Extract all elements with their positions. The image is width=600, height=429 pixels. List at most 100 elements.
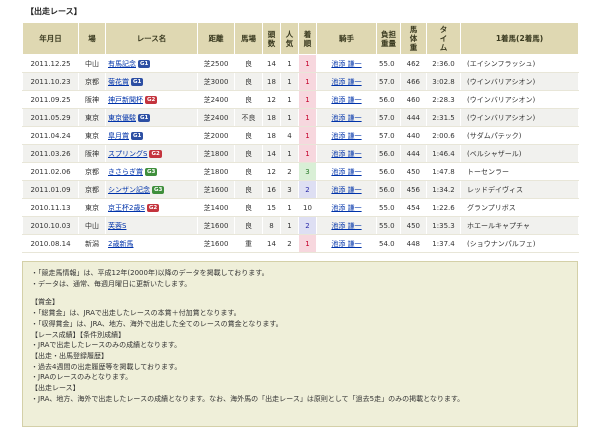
track-cell: 良: [234, 126, 263, 145]
weight-cell: 56.0: [376, 180, 401, 199]
field-size-cell: 18: [262, 108, 281, 127]
race-name-cell: 皐月賞 G1: [105, 126, 198, 145]
jockey-cell: 池添 謙一: [316, 54, 377, 73]
weight-cell: 55.0: [376, 216, 401, 235]
race-name-link[interactable]: 皐月賞: [108, 132, 129, 140]
jockey-link[interactable]: 池添 謙一: [331, 168, 361, 176]
jockey-link[interactable]: 池添 謙一: [331, 132, 361, 140]
table-row: 2010.10.03 中山 芙蓉S 芝1600 良 8 1 2 池添 謙一 55.0 450 1:35…: [22, 216, 579, 235]
track-cell: 良: [234, 90, 263, 109]
popularity-cell: 1: [280, 198, 299, 217]
race-name-link[interactable]: 東京優駿: [108, 114, 136, 122]
finish-cell: 1: [298, 108, 317, 127]
race-name-cell: 有馬記念 G1: [105, 54, 198, 73]
jockey-cell: 池添 謙一: [316, 108, 377, 127]
jockey-link[interactable]: 池添 謙一: [331, 186, 361, 194]
distance-cell: 芝1800: [197, 162, 235, 181]
race-name-cell: 2歳新馬: [105, 234, 198, 253]
popularity-cell: 1: [280, 144, 299, 163]
table-row: 2011.03.26 阪神 スプリングS G2 芝1800 良 14 1 1 池添 謙一 56.0 4…: [22, 144, 579, 163]
race-name-link[interactable]: 芙蓉S: [108, 222, 126, 230]
col-finish: 着順: [298, 22, 317, 55]
weight-cell: 56.0: [376, 144, 401, 163]
race-name-link[interactable]: 菊花賞: [108, 78, 129, 86]
col-jockey: 騎手: [316, 22, 377, 55]
body-weight-cell: 448: [400, 234, 427, 253]
weight-cell: 54.0: [376, 234, 401, 253]
time-cell: 1:37.4: [426, 234, 461, 253]
venue-cell: 京都: [78, 162, 106, 181]
jockey-link[interactable]: 池添 謙一: [331, 150, 361, 158]
winner-cell: (ショウナンパルフェ): [460, 234, 579, 253]
jockey-link[interactable]: 池添 謙一: [331, 204, 361, 212]
race-name-link[interactable]: 神戸新聞杯: [108, 96, 143, 104]
weight-cell: 57.0: [376, 108, 401, 127]
race-name-link[interactable]: 京王杯2歳S: [108, 204, 145, 212]
time-cell: 2:31.5: [426, 108, 461, 127]
jockey-cell: 池添 謙一: [316, 198, 377, 217]
time-cell: 2:28.3: [426, 90, 461, 109]
race-name-cell: 東京優駿 G1: [105, 108, 198, 127]
col-race-name: レース名: [105, 22, 198, 55]
grade-badge: G1: [131, 131, 144, 140]
jockey-cell: 池添 謙一: [316, 144, 377, 163]
notes-line: ・JRAで出走したレースのみの成績となります。: [31, 341, 182, 350]
jockey-link[interactable]: 池添 謙一: [331, 78, 361, 86]
track-cell: 良: [234, 54, 263, 73]
track-cell: 良: [234, 180, 263, 199]
jockey-link[interactable]: 池添 謙一: [331, 96, 361, 104]
notes-line: ・「収得賞金」は、JRA、地方、海外で出走した全てのレースの賞金となります。: [31, 319, 283, 328]
finish-cell: 3: [298, 162, 317, 181]
field-size-cell: 15: [262, 198, 281, 217]
weight-cell: 57.0: [376, 72, 401, 91]
body-weight-cell: 466: [400, 72, 427, 91]
grade-badge: G1: [131, 77, 144, 86]
jockey-link[interactable]: 池添 謙一: [331, 240, 361, 248]
notes-line: ・JRAのレースのみとなります。: [31, 373, 133, 382]
track-cell: 重: [234, 234, 263, 253]
jockey-link[interactable]: 池添 謙一: [331, 60, 361, 68]
body-weight-cell: 450: [400, 216, 427, 235]
race-name-link[interactable]: 2歳新馬: [108, 240, 133, 248]
field-size-cell: 14: [262, 54, 281, 73]
race-name-link[interactable]: シンザン記念: [108, 186, 150, 194]
jockey-cell: 池添 謙一: [316, 162, 377, 181]
grade-badge: G1: [138, 113, 151, 122]
distance-cell: 芝2000: [197, 126, 235, 145]
table-row: 2011.05.29 東京 東京優駿 G1 芝2400 不良 18 1 1 池添 謙一 57.0 44…: [22, 108, 579, 127]
date-cell: 2010.11.13: [22, 198, 79, 217]
race-name-link[interactable]: 有馬記念: [108, 60, 136, 68]
distance-cell: 芝1800: [197, 144, 235, 163]
track-cell: 良: [234, 144, 263, 163]
grade-badge: G2: [146, 203, 160, 212]
notes-box: ・「競走馬情報」は、平成12年(2000年)以降のデータを掲載しております。 ・デ…: [22, 261, 578, 427]
time-cell: 1:34.2: [426, 180, 461, 199]
track-cell: 良: [234, 72, 263, 91]
jockey-cell: 池添 謙一: [316, 90, 377, 109]
body-weight-cell: 444: [400, 108, 427, 127]
weight-cell: 55.0: [376, 54, 401, 73]
race-name-link[interactable]: スプリングS: [108, 150, 147, 158]
track-cell: 良: [234, 162, 263, 181]
notes-line: ・「競走馬情報」は、平成12年(2000年)以降のデータを掲載しております。: [31, 269, 269, 277]
winner-cell: (サダムパテック): [460, 126, 579, 145]
date-cell: 2011.05.29: [22, 108, 79, 127]
finish-cell: 1: [298, 54, 317, 73]
finish-cell: 1: [298, 72, 317, 91]
date-cell: 2011.02.06: [22, 162, 79, 181]
race-name-link[interactable]: きさらぎ賞: [108, 168, 143, 176]
winner-cell: レッドデイヴィス: [460, 180, 579, 199]
jockey-link[interactable]: 池添 謙一: [331, 222, 361, 230]
date-cell: 2011.10.23: [22, 72, 79, 91]
jockey-link[interactable]: 池添 謙一: [331, 114, 361, 122]
popularity-cell: 2: [280, 162, 299, 181]
race-name-cell: 芙蓉S: [105, 216, 198, 235]
race-name-cell: 京王杯2歳S G2: [105, 198, 198, 217]
notes-line: ・JRA、地方、海外で出走したレースの成績となります。なお、海外馬の「出走レース…: [31, 394, 465, 403]
body-weight-cell: 440: [400, 126, 427, 145]
track-cell: 良: [234, 216, 263, 235]
field-size-cell: 14: [262, 144, 281, 163]
popularity-cell: 1: [280, 72, 299, 91]
table-row: 2011.10.23 京都 菊花賞 G1 芝3000 良 18 1 1 池添 謙一 57.0 466 3…: [22, 72, 579, 91]
venue-cell: 阪神: [78, 90, 106, 109]
